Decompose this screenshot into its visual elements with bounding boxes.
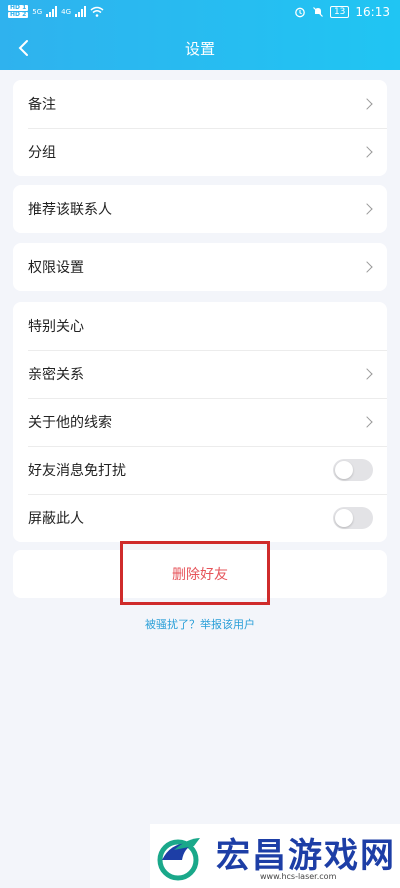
status-right: 13 16:13 xyxy=(294,5,390,19)
row-label: 权限设置 xyxy=(28,260,84,276)
row-label: 分组 xyxy=(28,145,56,161)
row-block-user: 屏蔽此人 xyxy=(13,494,387,542)
signal1-icon xyxy=(46,6,58,17)
signal2-icon xyxy=(75,6,87,17)
highlight-box xyxy=(120,541,270,605)
card-remark-group: 备注 分组 xyxy=(13,80,387,176)
clock: 16:13 xyxy=(355,5,390,19)
mute-icon xyxy=(313,7,323,17)
card-relationship: 特别关心 亲密关系 关于他的线索 好友消息免打扰 屏蔽此人 xyxy=(13,302,387,542)
chevron-right-icon xyxy=(361,98,373,110)
dnd-toggle[interactable] xyxy=(333,459,373,481)
block-toggle[interactable] xyxy=(333,507,373,529)
row-special-care[interactable]: 特别关心 xyxy=(13,302,387,350)
chevron-right-icon xyxy=(361,416,373,428)
report-user-link[interactable]: 被骚扰了？举报该用户 xyxy=(0,616,400,632)
status-left: HD 1 HD 2 5G 4G xyxy=(8,5,104,18)
watermark-url: www.hcs-laser.com xyxy=(260,872,337,881)
row-label: 亲密关系 xyxy=(28,367,84,383)
chevron-right-icon xyxy=(361,203,373,215)
chevron-right-icon xyxy=(361,261,373,273)
chevron-right-icon xyxy=(361,146,373,158)
dragon-logo-icon xyxy=(157,838,200,881)
row-label: 推荐该联系人 xyxy=(28,202,112,218)
row-label: 关于他的线索 xyxy=(28,415,112,431)
alarm-icon xyxy=(295,7,305,18)
row-permission-settings[interactable]: 权限设置 xyxy=(13,243,387,291)
net1-label: 5G xyxy=(32,7,43,16)
card-permission: 权限设置 xyxy=(13,243,387,291)
row-remark[interactable]: 备注 xyxy=(13,80,387,128)
watermark-name: 宏昌游戏网 xyxy=(216,836,396,876)
row-recommend-contact[interactable]: 推荐该联系人 xyxy=(13,185,387,233)
battery-icon: 13 xyxy=(329,6,350,18)
row-group[interactable]: 分组 xyxy=(13,128,387,176)
top-header: HD 1 HD 2 5G 4G 13 16:13 设置 xyxy=(0,0,400,70)
chevron-right-icon xyxy=(361,368,373,380)
status-bar: HD 1 HD 2 5G 4G 13 16:13 xyxy=(0,0,400,26)
row-label: 特别关心 xyxy=(28,319,84,335)
page-title: 设置 xyxy=(184,40,215,58)
row-do-not-disturb: 好友消息免打扰 xyxy=(13,446,387,494)
row-label: 屏蔽此人 xyxy=(28,511,84,527)
row-clues-about-him[interactable]: 关于他的线索 xyxy=(13,398,387,446)
net2-label: 4G xyxy=(61,7,72,16)
row-label: 好友消息免打扰 xyxy=(28,463,126,479)
hd-badges: HD 1 HD 2 xyxy=(8,5,29,18)
row-label: 备注 xyxy=(28,97,56,113)
watermark: 宏昌游戏网 www.hcs-laser.com xyxy=(150,824,400,888)
hd2-badge: HD 2 xyxy=(8,11,29,18)
wifi-icon xyxy=(90,6,104,17)
row-intimate-relation[interactable]: 亲密关系 xyxy=(13,350,387,398)
card-recommend: 推荐该联系人 xyxy=(13,185,387,233)
